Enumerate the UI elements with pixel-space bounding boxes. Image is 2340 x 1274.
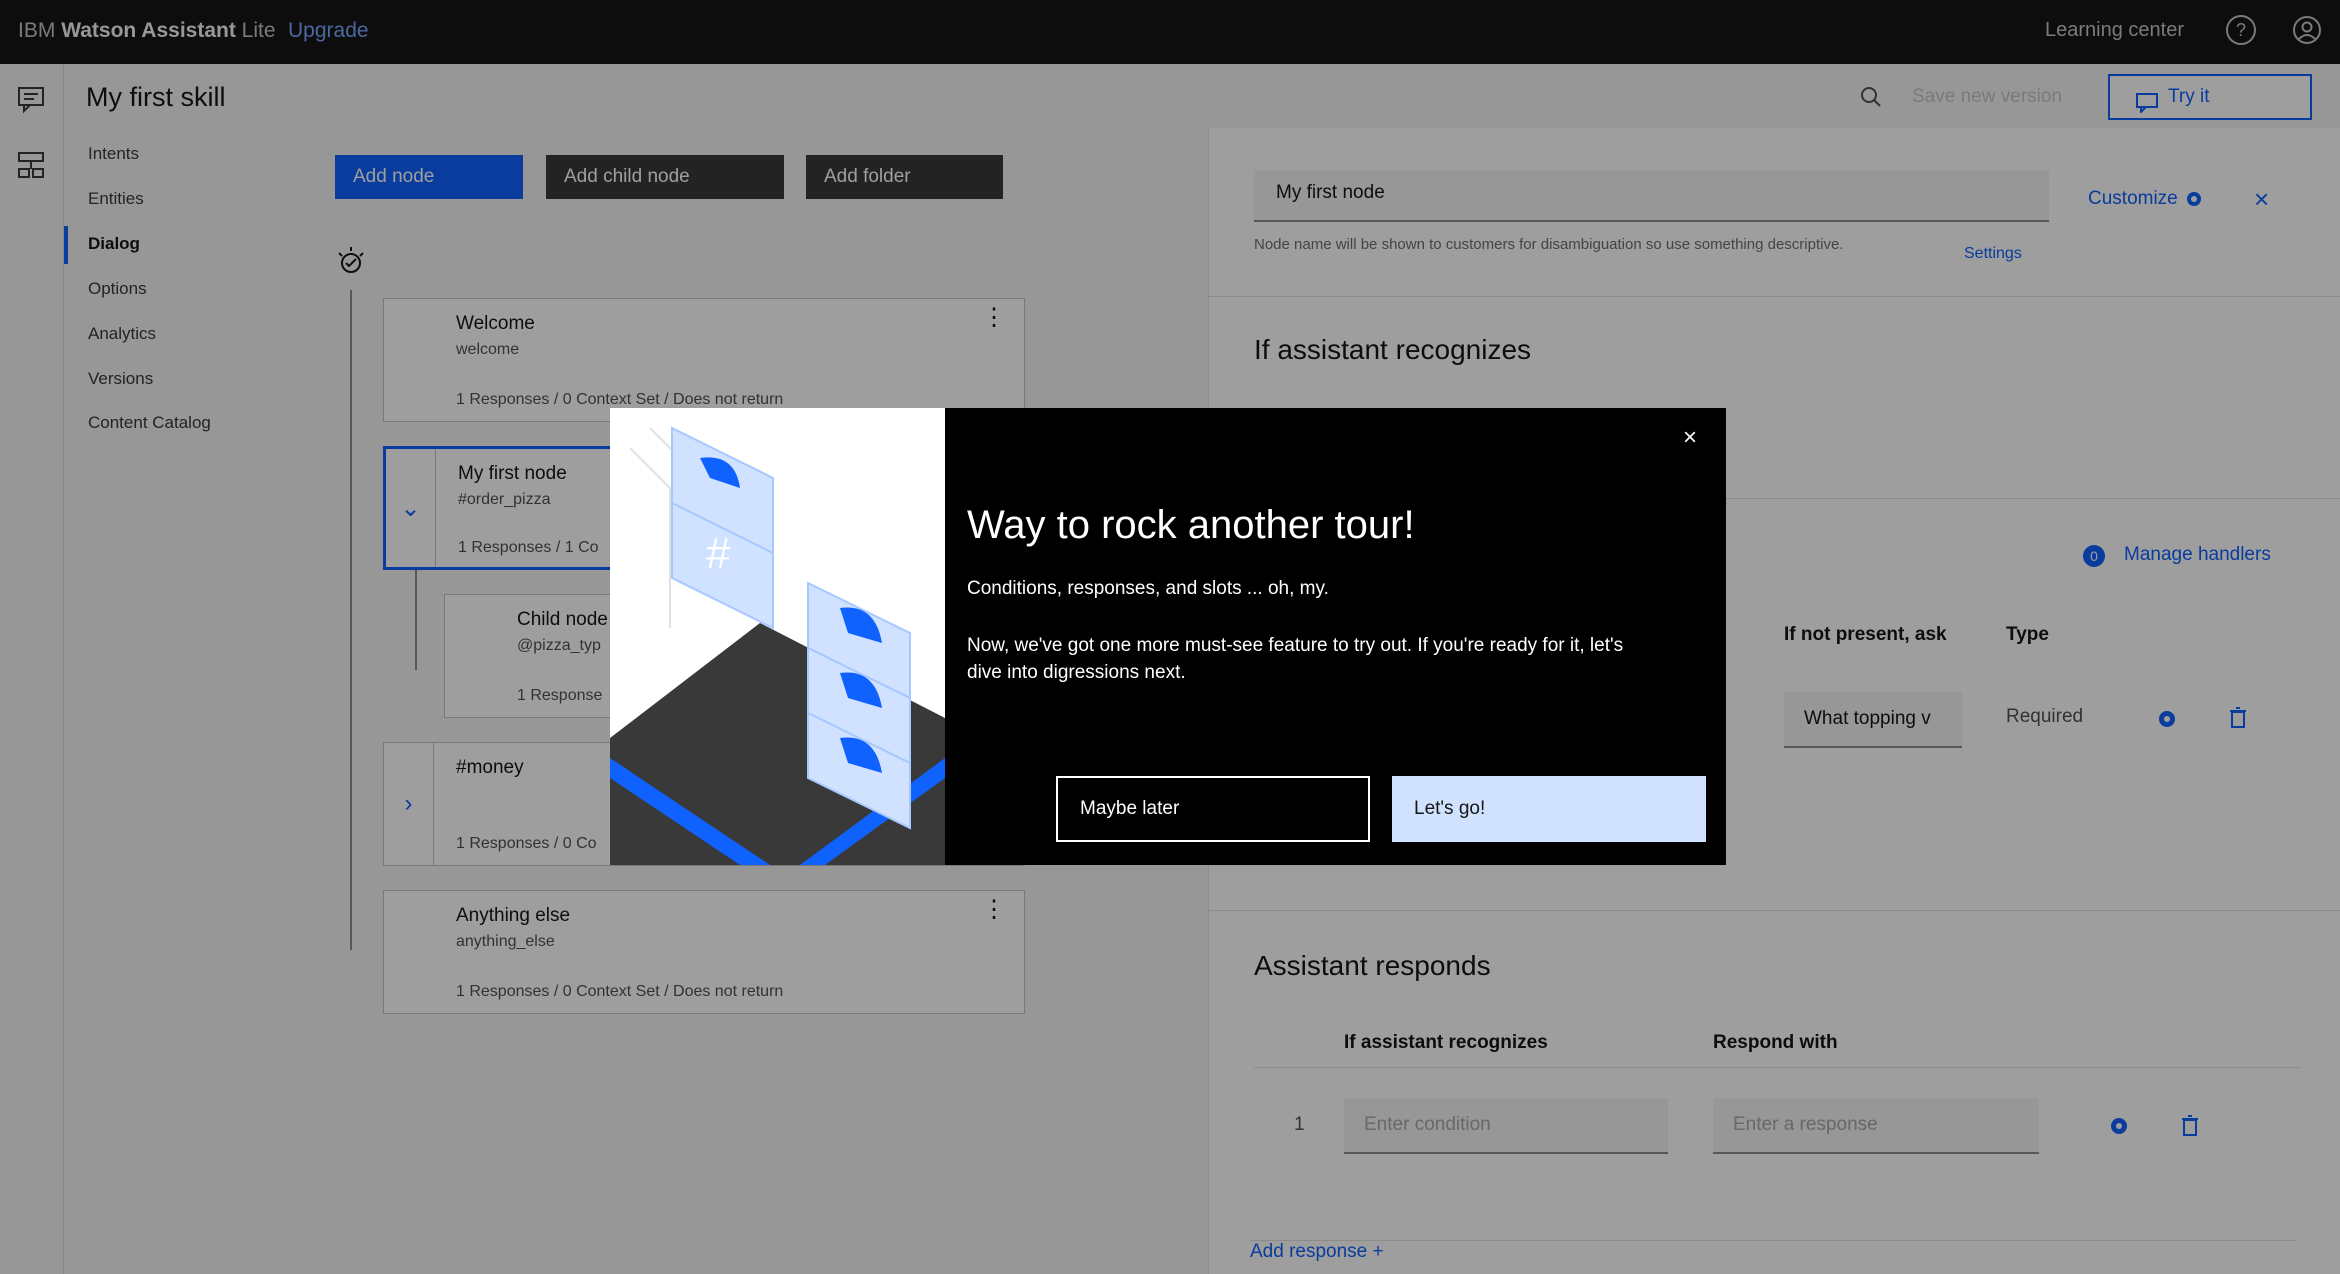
tour-illustration: #: [610, 408, 945, 865]
close-icon[interactable]: ×: [1678, 426, 1702, 450]
svg-text:#: #: [706, 529, 731, 578]
modal-paragraph-1: Conditions, responses, and slots ... oh,…: [967, 578, 1329, 599]
maybe-later-button[interactable]: Maybe later: [1056, 776, 1370, 842]
modal-paragraph-2: Now, we've got one more must-see feature…: [967, 635, 1624, 683]
tour-modal: # × Way to rock another tour! Conditions…: [610, 408, 1726, 865]
lets-go-button[interactable]: Let's go!: [1392, 776, 1706, 842]
modal-title: Way to rock another tour!: [967, 503, 1415, 547]
